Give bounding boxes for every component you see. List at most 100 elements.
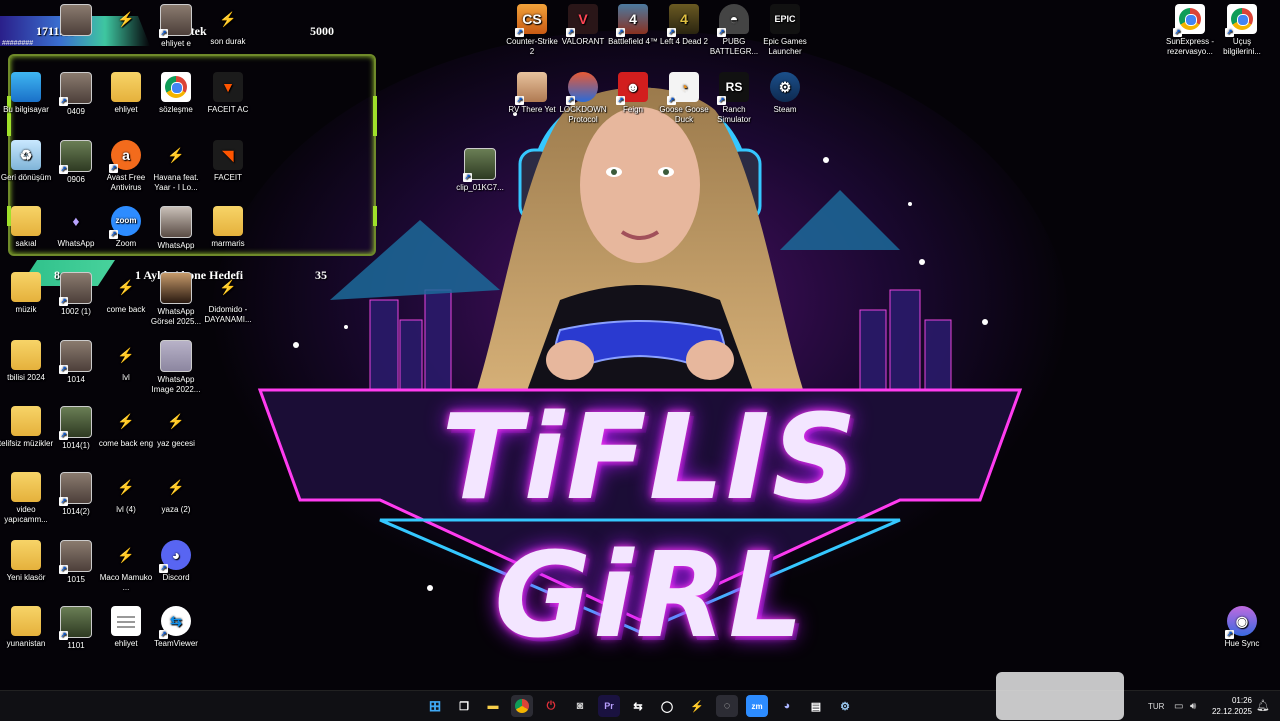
notification-bell-icon[interactable]: 🔔︎ — [1256, 699, 1270, 712]
folder-icon — [11, 406, 41, 436]
winamp-icon[interactable]: ⚡ — [686, 695, 708, 717]
desktop-icon-bu-bilgisayar[interactable]: Bu bilgisayar — [0, 72, 54, 115]
pubg-icon: ◓ — [717, 4, 749, 37]
discord-icon[interactable]: ◕ — [776, 695, 798, 717]
desktop-icon-discord[interactable]: ◕ Discord — [148, 540, 204, 583]
desktop-icon-lvl-4[interactable]: ⚡ lvl (4) — [98, 472, 154, 515]
image-file-icon — [59, 272, 92, 306]
desktop-icon-yaz-gecesi[interactable]: ⚡ yaz gecesi — [148, 406, 204, 449]
steam-icon[interactable]: ⚙ — [834, 695, 856, 717]
volume-icon[interactable]: 🔊︎ — [1190, 691, 1196, 721]
image-file-icon — [59, 72, 92, 106]
desktop-icon-valorant[interactable]: V VALORANT — [555, 4, 611, 47]
desktop-icon-1014-1[interactable]: 1014(1) — [48, 406, 104, 451]
wallpaper-logo-text: TiFLIS GiRL — [441, 388, 859, 664]
desktop-icon-ehliyet-folder[interactable]: ehliyet — [98, 72, 154, 115]
desktop-icon-epic-games[interactable]: EPIC Epic Games Launcher — [757, 4, 813, 57]
desktop-icon-0409[interactable]: 0409 — [48, 72, 104, 117]
image-file-icon — [59, 340, 92, 374]
desktop-icon-whatsapp-1[interactable]: ♦ WhatsApp — [48, 206, 104, 249]
browser-icon[interactable]: ◌ — [716, 695, 738, 717]
desktop-icon-come-back[interactable]: ⚡ come back — [98, 272, 154, 315]
desktop-icon-bu-dosya[interactable] — [48, 4, 104, 39]
desktop-icon-left-4-dead-2[interactable]: 4 Left 4 Dead 2 — [656, 4, 712, 47]
task-view-icon[interactable]: ❐ — [453, 695, 475, 717]
battlefield-icon: 4 — [616, 4, 648, 37]
desktop-icon-marmaris[interactable]: marmaris — [200, 206, 256, 249]
feign-icon: ☻ — [616, 72, 648, 105]
desktop-icon-pubg[interactable]: ◓ PUBG BATTLEGR... — [706, 4, 762, 57]
desktop-icon-sakial[interactable]: sakıal — [0, 206, 54, 249]
desktop-icon-tbilisi-2024[interactable]: tbilisi 2024 — [0, 340, 54, 383]
desktop-icon-whatsapp-image[interactable]: WhatsApp Image 2022... — [148, 340, 204, 395]
desktop-icon-yunanistan[interactable]: yunanistan — [0, 606, 54, 649]
desktop-icon-sozlesme[interactable]: sözleşme — [148, 72, 204, 115]
desktop-icon-1101[interactable]: 1101 — [48, 606, 104, 651]
desktop-icon-video-yapicamm[interactable]: video yapıcamm... — [0, 472, 54, 525]
desktop-icon-telifsiz-muzikler[interactable]: telifsiz müzikler — [0, 406, 54, 449]
desktop-icon-muzik[interactable]: müzik — [0, 272, 54, 315]
zoom-icon[interactable]: zm — [746, 695, 768, 717]
winamp-icon: ⚡ — [117, 279, 135, 295]
whatsapp-icon[interactable]: ◯ — [656, 695, 678, 717]
camera-icon[interactable]: ◙ — [569, 695, 591, 717]
desktop-icon-kucuk[interactable]: ⚡ — [98, 4, 154, 37]
desktop-icon-ucus-bilgileri[interactable]: Uçuş bilgilerini... — [1214, 4, 1270, 57]
chrome-icon[interactable] — [511, 695, 533, 717]
desktop-icon-son-durak[interactable]: ⚡ son durak — [200, 4, 256, 47]
desktop-icon-battlefield-4[interactable]: 4 Battlefield 4™ — [605, 4, 661, 47]
desktop-icon-faceit-ac[interactable]: ▼ FACEIT AC — [200, 72, 256, 115]
desktop-icon-yeni-klasor[interactable]: Yeni klasör — [0, 540, 54, 583]
desktop-icon-didomido[interactable]: ⚡ Didomido - DAYANAMI... — [200, 272, 256, 325]
desktop-icon-geri-donusum[interactable]: ♻ Geri dönüşüm — [0, 140, 54, 183]
teamviewer-icon[interactable]: ⇆ — [627, 695, 649, 717]
desktop-icon-avast[interactable]: a Avast Free Antivirus — [98, 140, 154, 193]
image-file-icon — [159, 4, 192, 38]
desktop-icon-ranch-simulator[interactable]: RS Ranch Simulator — [706, 72, 762, 125]
desktop-icon-lvl[interactable]: ⚡ lvl — [98, 340, 154, 383]
clock[interactable]: 01:26 22.12.2025 — [1212, 695, 1252, 717]
desktop-icon-1014-2[interactable]: 1014(2) — [48, 472, 104, 517]
desktop-icon-whatsapp-gorsel[interactable]: WhatsApp Görsel 2025... — [148, 272, 204, 327]
winamp-icon: ⚡ — [167, 147, 185, 163]
desktop-icon-1014[interactable]: 1014 — [48, 340, 104, 385]
file-explorer-icon[interactable]: ▬ — [482, 695, 504, 717]
video-file-icon — [59, 406, 92, 440]
faceit-icon: ◥ — [213, 140, 243, 170]
desktop-icon-ehliyet-e[interactable]: ehliyet e — [148, 4, 204, 49]
desktop-icon-0906[interactable]: 0906 — [48, 140, 104, 185]
desktop-icon-lockdown-protocol[interactable]: LOCKDOWN Protocol — [555, 72, 611, 125]
faceit-ac-icon: ▼ — [213, 72, 243, 102]
desktop-icon-zoom[interactable]: zoom Zoom — [98, 206, 154, 249]
desktop-icon-teamviewer[interactable]: ⇆ TeamViewer — [148, 606, 204, 649]
network-icon[interactable]: ▭ — [1174, 691, 1183, 721]
desktop-icon-yaza-2[interactable]: ⚡ yaza (2) — [148, 472, 204, 515]
desktop-icon-rv-there-yet[interactable]: RV There Yet — [504, 72, 560, 115]
desktop-icon-sunexpress[interactable]: SunExpress - rezervasyo... — [1162, 4, 1218, 57]
desktop-icon-maco-mamuko[interactable]: ⚡ Maco Mamuko ... — [98, 540, 154, 593]
desktop-icon-counter-strike-2[interactable]: CS Counter-Strike 2 — [504, 4, 560, 57]
power-app-icon[interactable]: ⏻ — [540, 695, 562, 717]
desktop-icon-feign[interactable]: ☻ Feign — [605, 72, 661, 115]
goose-icon: ◔ — [667, 72, 699, 105]
folder-icon — [11, 540, 41, 570]
valorant-icon: V — [566, 4, 598, 37]
desktop-icon-1015[interactable]: 1015 — [48, 540, 104, 585]
desktop-icon-whatsapp-2[interactable]: WhatsApp — [148, 206, 204, 251]
desktop-icon-1002-1[interactable]: 1002 (1) — [48, 272, 104, 317]
desktop-icon-faceit[interactable]: ◥ FACEIT — [200, 140, 256, 183]
desktop-icon-clip[interactable]: clip_01KC7... — [452, 148, 508, 193]
premiere-icon[interactable]: Pr — [598, 695, 620, 717]
folder-icon — [11, 206, 41, 236]
language-indicator[interactable]: TUR — [1148, 691, 1164, 721]
desktop-icon-ehliyet-doc[interactable]: ehliyet — [98, 606, 154, 649]
avast-icon: a — [109, 140, 141, 173]
desktop-icon-goose-goose-duck[interactable]: ◔ Goose Goose Duck — [656, 72, 712, 125]
start-icon[interactable]: ⊞ — [424, 695, 446, 717]
teamviewer-icon: ⇆ — [159, 606, 191, 639]
desktop-icon-come-back-eng[interactable]: ⚡ come back eng — [98, 406, 154, 449]
epic-icon[interactable]: ▤ — [805, 695, 827, 717]
desktop-icon-havana[interactable]: ⚡ Havana feat. Yaar - I Lo... — [148, 140, 204, 193]
desktop-icon-hue-sync[interactable]: ◉ Hue Sync — [1214, 606, 1270, 649]
desktop-icon-steam[interactable]: ⚙ Steam — [757, 72, 813, 115]
